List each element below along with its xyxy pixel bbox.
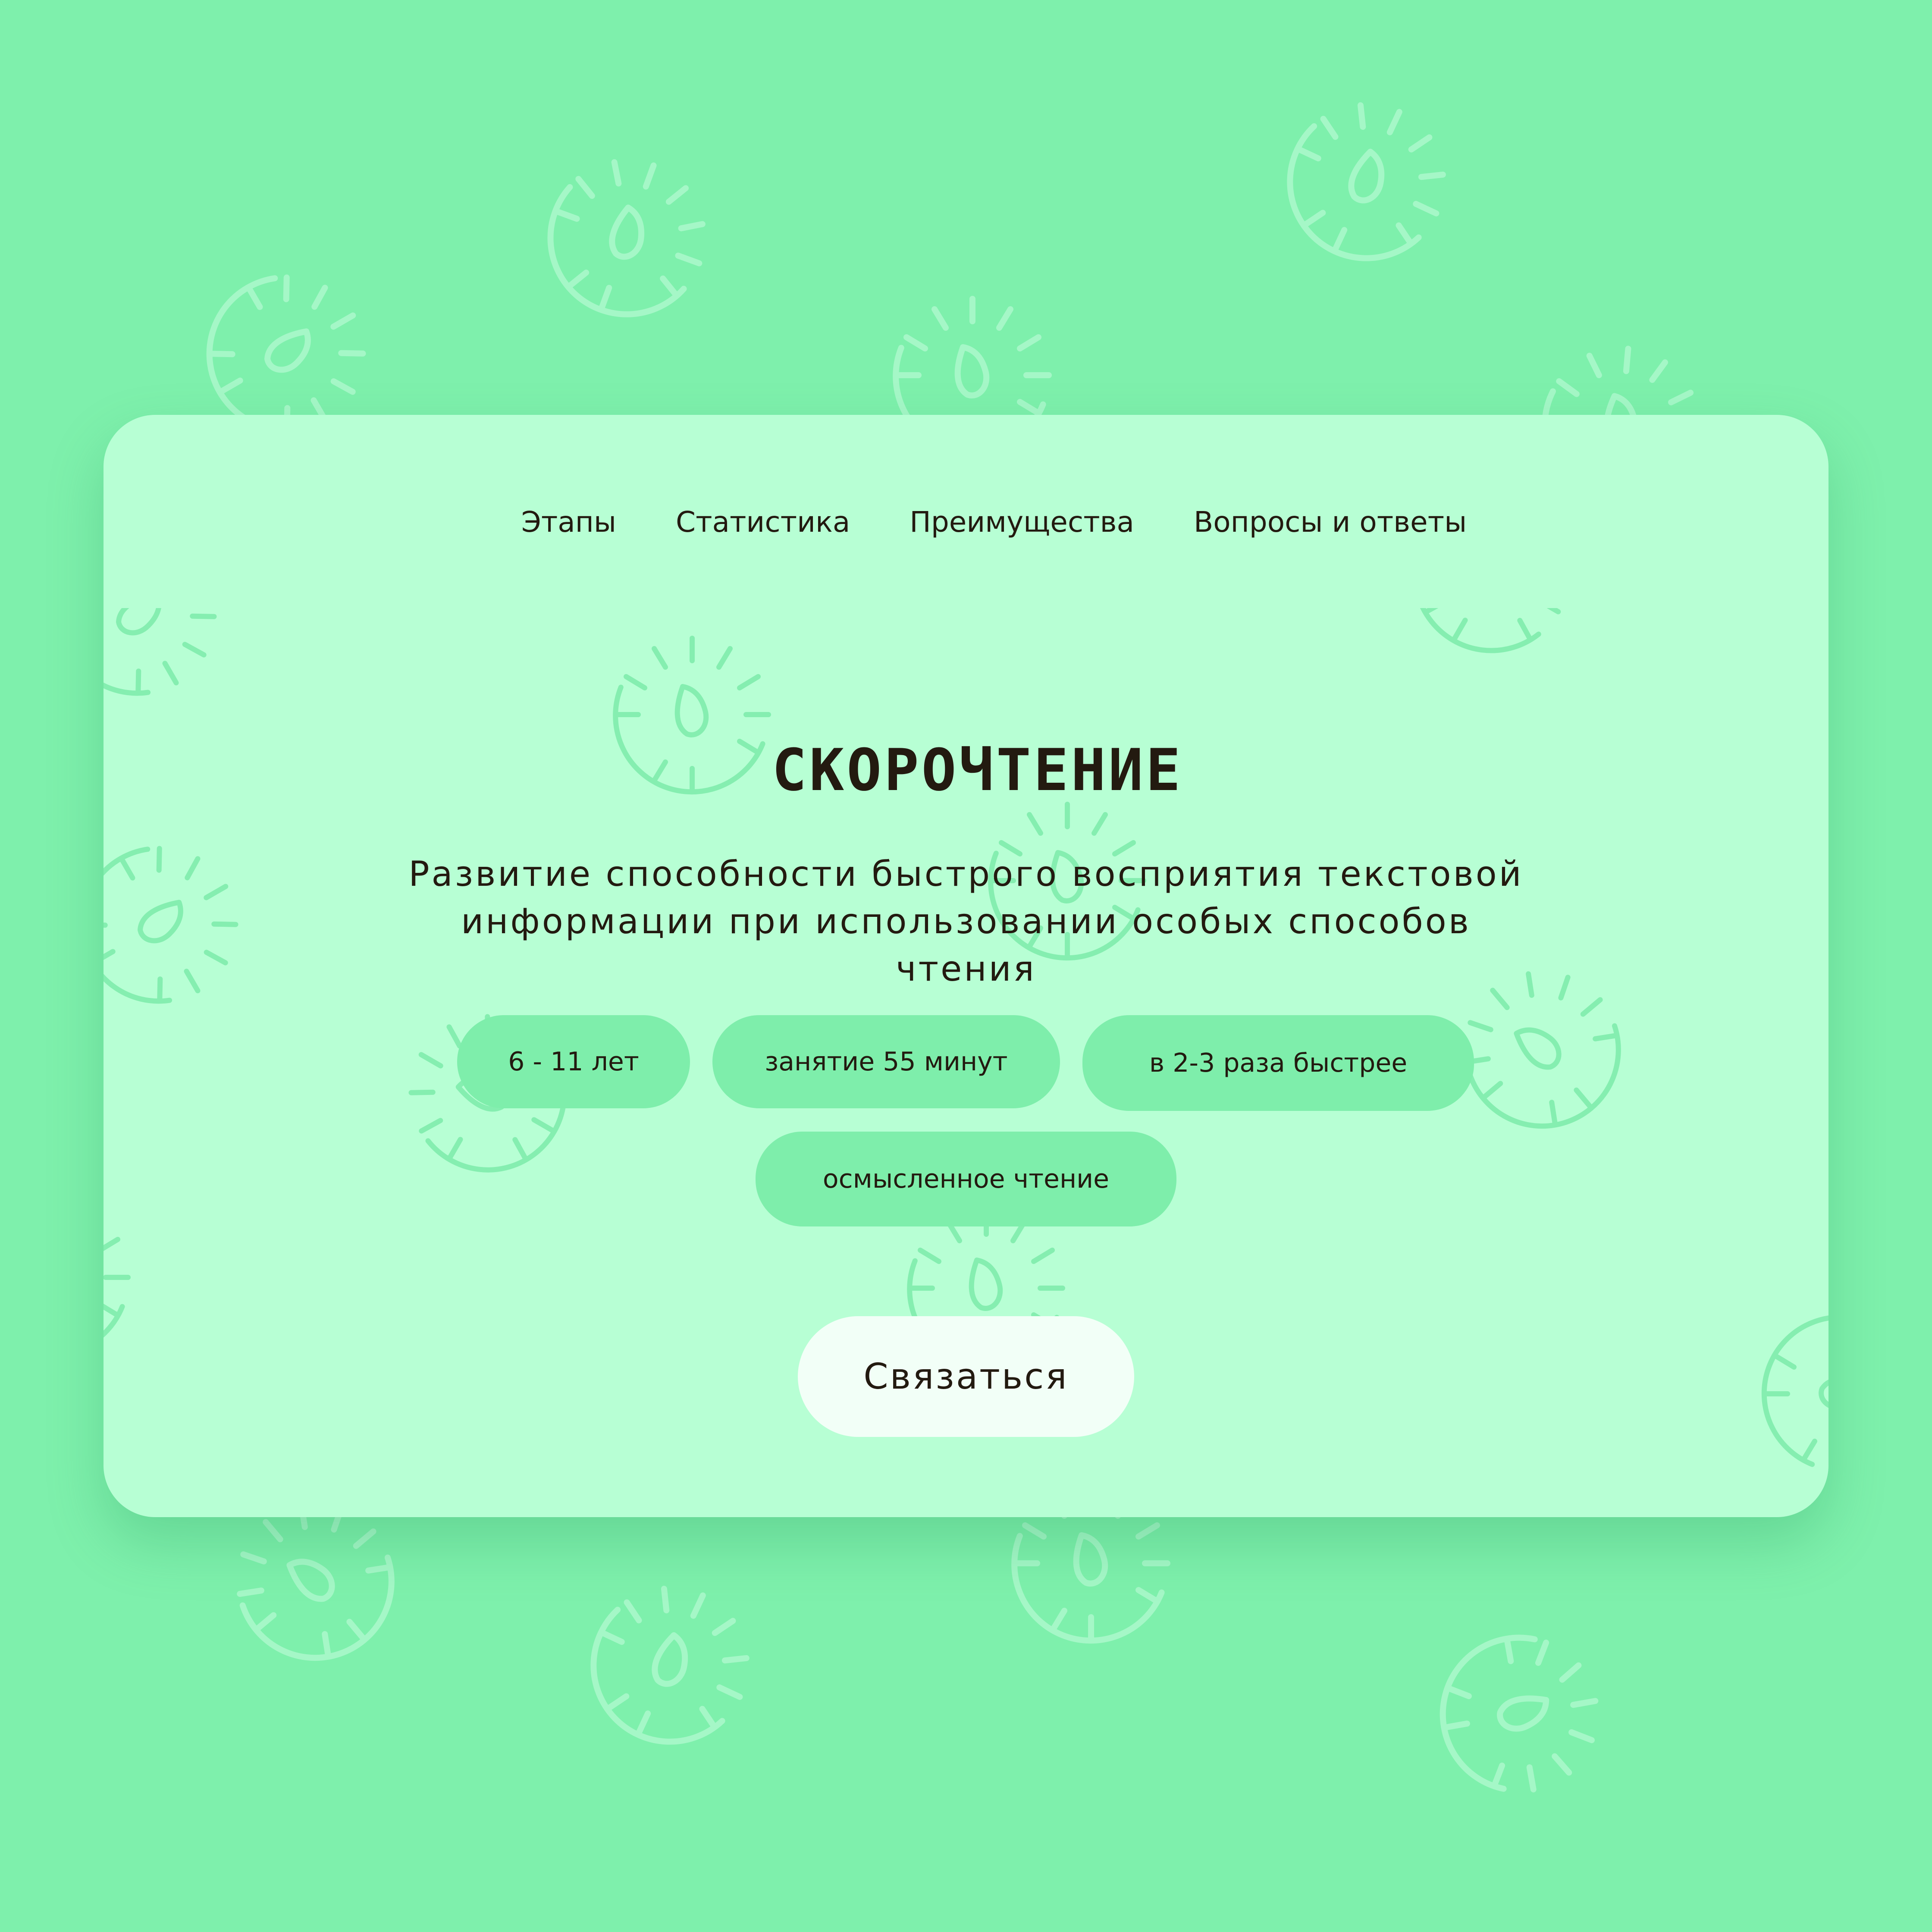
hero-card: Этапы Статистика Преимущества Вопросы и …	[104, 415, 1828, 1517]
page-title: СКОРОЧТЕНИЕ	[772, 736, 1183, 804]
nav-item-faq[interactable]: Вопросы и ответы	[1194, 505, 1467, 539]
stopwatch-icon	[568, 1563, 772, 1767]
top-navigation: Этапы Статистика Преимущества Вопросы и …	[104, 505, 1828, 539]
stopwatch-icon	[104, 1201, 128, 1355]
contact-button[interactable]: Связаться	[798, 1316, 1134, 1437]
nav-item-stages[interactable]: Этапы	[521, 505, 616, 539]
stopwatch-icon	[104, 820, 264, 1029]
page-subtitle: Развитие способности быстрого восприятия…	[408, 854, 1524, 989]
stopwatch-icon	[1431, 1625, 1609, 1803]
stopwatch-icon	[615, 638, 768, 792]
stopwatch-icon	[1764, 1317, 1828, 1470]
tag-age: 6 - 11 лет	[457, 1015, 690, 1108]
tag-lesson-duration: занятие 55 минут	[712, 1015, 1060, 1108]
nav-item-advantages[interactable]: Преимущества	[910, 505, 1134, 539]
stopwatch-icon	[1265, 79, 1468, 283]
stopwatch-icon	[529, 139, 725, 336]
stopwatch-icon	[1387, 469, 1596, 679]
tag-speed: в 2-3 раза быстрее	[1082, 1015, 1474, 1111]
stopwatch-icon	[104, 512, 242, 721]
tag-comprehension: осмысленное чтение	[756, 1132, 1176, 1226]
nav-item-statistics[interactable]: Статистика	[676, 505, 850, 539]
